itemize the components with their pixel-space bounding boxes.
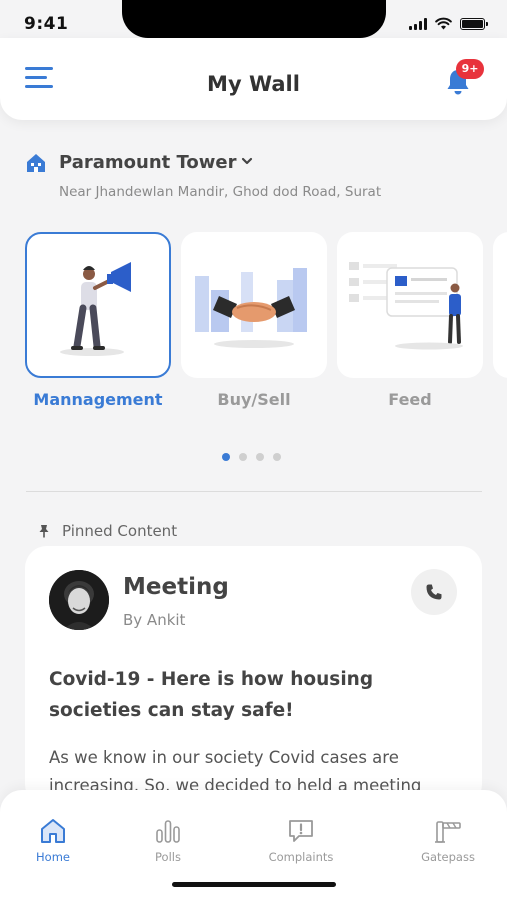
tab-gatepass-label: Gatepass bbox=[421, 850, 475, 864]
complaint-icon bbox=[289, 820, 313, 842]
wifi-icon bbox=[435, 17, 452, 30]
notification-badge: 9+ bbox=[456, 59, 484, 79]
app-header: My Wall 9+ bbox=[0, 38, 507, 120]
status-icons bbox=[409, 17, 488, 30]
building-icon bbox=[27, 154, 45, 172]
category-buy-sell-label: Buy/Sell bbox=[217, 390, 291, 409]
category-buy-sell[interactable]: Buy/Sell bbox=[181, 232, 327, 409]
category-feed-label: Feed bbox=[388, 390, 432, 409]
carousel-dot[interactable] bbox=[222, 453, 230, 461]
chevron-down-icon[interactable] bbox=[240, 154, 254, 168]
category-management-label: Mannagement bbox=[33, 390, 163, 409]
tab-home-label: Home bbox=[36, 850, 70, 864]
avatar[interactable] bbox=[49, 570, 109, 630]
carousel-dot[interactable] bbox=[239, 453, 247, 461]
status-time: 9:41 bbox=[24, 14, 69, 34]
tab-polls-label: Polls bbox=[155, 850, 181, 864]
call-button[interactable] bbox=[411, 569, 457, 615]
gatepass-icon bbox=[435, 821, 461, 843]
category-next-peek[interactable] bbox=[493, 232, 507, 378]
pinned-section-label: Pinned Content bbox=[62, 522, 178, 540]
battery-icon bbox=[460, 17, 488, 30]
category-next-card[interactable] bbox=[493, 232, 507, 378]
signal-icon bbox=[409, 17, 427, 30]
post-heading: Covid-19 - Here is how housing societies… bbox=[49, 669, 374, 721]
carousel-pagination bbox=[222, 453, 281, 461]
post-title: Meeting bbox=[123, 574, 229, 600]
tab-complaints[interactable]: Complaints bbox=[251, 818, 351, 864]
handshake-illustration bbox=[195, 268, 307, 348]
page-title: My Wall bbox=[207, 72, 300, 96]
category-carousel[interactable]: Mannagement Buy/Sell Feed bbox=[25, 232, 507, 412]
tab-home[interactable]: Home bbox=[3, 818, 103, 864]
pinned-post-card[interactable]: Meeting By Ankit Covid-19 - Here is how … bbox=[25, 546, 482, 806]
category-feed[interactable]: Feed bbox=[337, 232, 483, 409]
tab-complaints-label: Complaints bbox=[268, 850, 334, 864]
pin-icon bbox=[39, 525, 49, 538]
megaphone-person-illustration bbox=[60, 262, 131, 356]
tab-gatepass[interactable]: Gatepass bbox=[398, 818, 498, 864]
category-management-card[interactable] bbox=[25, 232, 171, 378]
phone-icon bbox=[426, 584, 442, 600]
carousel-dot[interactable] bbox=[256, 453, 264, 461]
device-notch bbox=[122, 0, 386, 38]
pinned-section-header: Pinned Content bbox=[38, 522, 177, 540]
tab-polls[interactable]: Polls bbox=[118, 818, 218, 864]
section-divider bbox=[26, 491, 482, 492]
society-name[interactable]: Paramount Tower bbox=[59, 152, 236, 173]
category-buy-sell-card[interactable] bbox=[181, 232, 327, 378]
polls-icon bbox=[156, 820, 180, 843]
category-feed-card[interactable] bbox=[337, 232, 483, 378]
feed-board-illustration bbox=[349, 262, 463, 350]
home-icon bbox=[41, 819, 65, 843]
society-address: Near Jhandewlan Mandir, Ghod dod Road, S… bbox=[59, 184, 382, 200]
category-management[interactable]: Mannagement bbox=[25, 232, 171, 409]
carousel-dot[interactable] bbox=[273, 453, 281, 461]
home-indicator bbox=[172, 882, 336, 887]
post-author: By Ankit bbox=[123, 611, 186, 629]
